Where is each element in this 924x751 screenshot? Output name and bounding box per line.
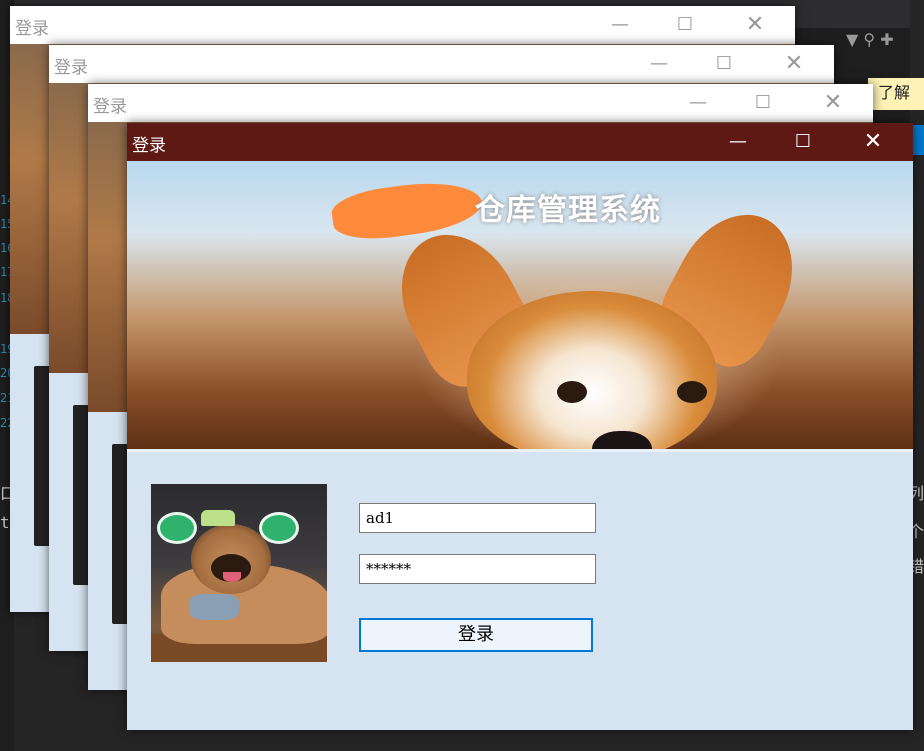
window-title: 登录 [54, 58, 88, 78]
minimize-button[interactable]: — [723, 127, 753, 157]
funnel-icon[interactable]: ⚲ [863, 30, 875, 49]
maximize-button[interactable]: ☐ [788, 127, 818, 157]
banner-image: 仓库管理系统 [127, 161, 913, 449]
close-button[interactable]: ✕ [779, 49, 809, 79]
close-button[interactable]: ✕ [858, 127, 888, 157]
login-window[interactable]: 登录 — ☐ ✕ 仓库管理系统 ad1 ****** 登录 [127, 123, 913, 730]
ide-left-text: t [0, 513, 10, 532]
maximize-button[interactable]: ☐ [748, 88, 778, 118]
avatar-image [151, 484, 327, 662]
title-bar[interactable]: 登录 — ☐ ✕ [88, 84, 873, 122]
maximize-button[interactable]: ☐ [709, 49, 739, 79]
title-bar[interactable]: 登录 — ☐ ✕ [49, 45, 834, 83]
window-title: 登录 [93, 97, 127, 117]
ide-infobar[interactable]: 了解详 [868, 78, 924, 132]
title-bar[interactable]: 登录 — ☐ ✕ [127, 123, 913, 161]
close-button[interactable]: ✕ [740, 10, 770, 40]
filter-icon[interactable]: ▼ [846, 30, 858, 49]
ide-toolbar-icons: ▼ ⚲ ✚ [846, 30, 894, 49]
window-title: 登录 [132, 136, 166, 156]
minimize-button[interactable]: — [644, 49, 674, 79]
close-button[interactable]: ✕ [818, 88, 848, 118]
pin-icon[interactable]: ✚ [880, 30, 893, 49]
login-button[interactable]: 登录 [359, 618, 593, 652]
username-input[interactable]: ad1 [359, 503, 596, 533]
title-bar[interactable]: 登录 — ☐ ✕ [10, 6, 795, 44]
corgi-illustration [378, 193, 816, 449]
system-title: 仓库管理系统 [475, 193, 661, 228]
minimize-button[interactable]: — [683, 88, 713, 118]
divider [127, 449, 913, 452]
minimize-button[interactable]: — [605, 10, 635, 40]
window-title: 登录 [15, 19, 49, 39]
maximize-button[interactable]: ☐ [670, 10, 700, 40]
password-input[interactable]: ****** [359, 554, 596, 584]
